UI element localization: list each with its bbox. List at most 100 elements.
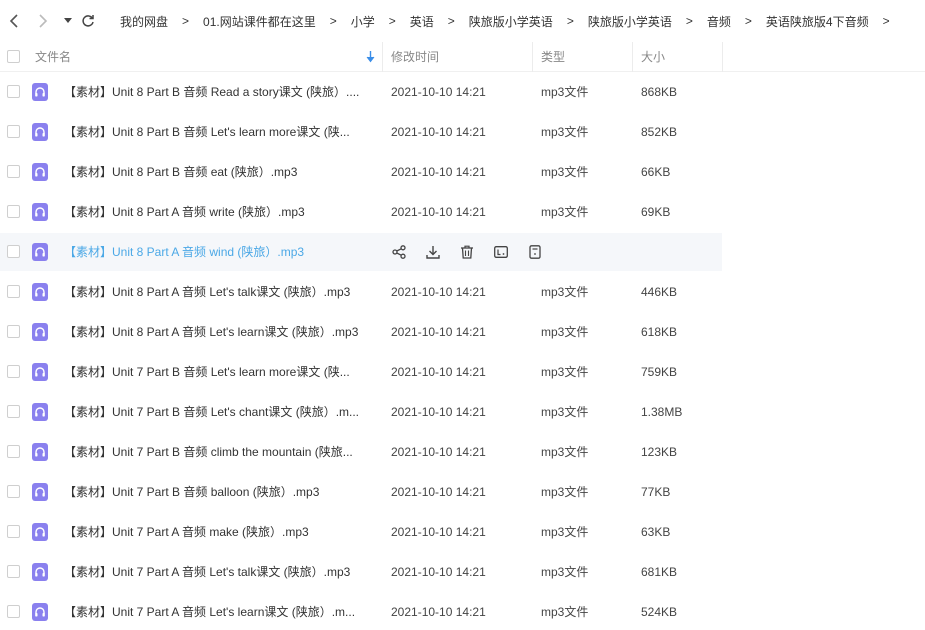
row-checkbox[interactable]	[7, 365, 20, 378]
back-arrow-icon[interactable]	[4, 11, 24, 31]
breadcrumb-separator: >	[744, 14, 752, 28]
column-header-name[interactable]: 文件名	[35, 42, 71, 72]
rename-icon[interactable]	[492, 243, 510, 261]
row-checkbox[interactable]	[7, 445, 20, 458]
file-modified: 2021-10-10 14:21	[391, 485, 486, 499]
breadcrumb-item[interactable]: 英语	[410, 13, 434, 30]
file-row[interactable]: 【素材】Unit 7 Part B 音频 climb the mountain …	[0, 433, 722, 471]
file-name[interactable]: 【素材】Unit 8 Part B 音频 Let's learn more课文 …	[64, 113, 376, 151]
dropdown-icon[interactable]	[58, 11, 78, 31]
forward-arrow-icon[interactable]	[33, 11, 53, 31]
file-size: 852KB	[641, 125, 678, 139]
file-type: mp3文件	[541, 165, 589, 179]
file-name[interactable]: 【素材】Unit 7 Part A 音频 Let's talk课文 (陕旅）.m…	[64, 553, 376, 591]
file-name[interactable]: 【素材】Unit 7 Part B 音频 balloon (陕旅）.mp3	[64, 473, 376, 511]
file-row[interactable]: 【素材】Unit 7 Part A 音频 Let's learn课文 (陕旅）.…	[0, 593, 722, 630]
file-name[interactable]: 【素材】Unit 8 Part A 音频 Let's talk课文 (陕旅）.m…	[64, 273, 376, 311]
file-name[interactable]: 【素材】Unit 8 Part A 音频 write (陕旅）.mp3	[64, 193, 376, 231]
file-size: 77KB	[641, 485, 671, 499]
file-row[interactable]: 【素材】Unit 8 Part A 音频 wind (陕旅）.mp3	[0, 233, 722, 271]
file-row[interactable]: 【素材】Unit 7 Part A 音频 Let's talk课文 (陕旅）.m…	[0, 553, 722, 591]
breadcrumb-item[interactable]: 小学	[351, 13, 375, 30]
row-checkbox[interactable]	[7, 165, 20, 178]
breadcrumb-separator: >	[182, 14, 190, 28]
column-divider[interactable]	[632, 42, 633, 72]
delete-icon[interactable]	[458, 243, 476, 261]
column-header-type[interactable]: 类型	[541, 42, 565, 72]
row-checkbox[interactable]	[7, 605, 20, 618]
file-size: 446KB	[641, 285, 678, 299]
file-name[interactable]: 【素材】Unit 7 Part B 音频 climb the mountain …	[64, 433, 376, 471]
share-icon[interactable]	[390, 243, 408, 261]
column-header-modified[interactable]: 修改时间	[391, 42, 439, 72]
more-icon[interactable]	[526, 243, 544, 261]
file-modified: 2021-10-10 14:21	[391, 565, 486, 579]
breadcrumb-item[interactable]: 音频	[707, 13, 731, 30]
file-row[interactable]: 【素材】Unit 8 Part A 音频 write (陕旅）.mp3 2021-…	[0, 193, 722, 231]
file-type: mp3文件	[541, 205, 589, 219]
file-row[interactable]: 【素材】Unit 8 Part B 音频 Read a story课文 (陕旅）…	[0, 73, 722, 111]
audio-file-icon	[32, 603, 48, 621]
select-all-checkbox[interactable]	[7, 50, 20, 63]
row-checkbox[interactable]	[7, 525, 20, 538]
file-type: mp3文件	[541, 325, 589, 339]
sort-desc-icon[interactable]	[366, 51, 375, 66]
audio-file-icon	[32, 243, 48, 261]
audio-file-icon	[32, 323, 48, 341]
row-checkbox[interactable]	[7, 245, 20, 258]
row-checkbox[interactable]	[7, 405, 20, 418]
row-checkbox[interactable]	[7, 125, 20, 138]
file-row[interactable]: 【素材】Unit 8 Part B 音频 eat (陕旅）.mp3 2021-10…	[0, 153, 722, 191]
file-name[interactable]: 【素材】Unit 7 Part A 音频 Let's learn课文 (陕旅）.…	[64, 593, 376, 630]
file-modified: 2021-10-10 14:21	[391, 205, 486, 219]
file-name[interactable]: 【素材】Unit 8 Part B 音频 Read a story课文 (陕旅）…	[64, 73, 376, 111]
row-checkbox[interactable]	[7, 205, 20, 218]
breadcrumb-item[interactable]: 陕旅版小学英语	[588, 13, 672, 30]
column-divider[interactable]	[722, 42, 723, 72]
file-row[interactable]: 【素材】Unit 8 Part B 音频 Let's learn more课文 …	[0, 113, 722, 151]
file-modified: 2021-10-10 14:21	[391, 285, 486, 299]
column-divider[interactable]	[532, 42, 533, 72]
file-row[interactable]: 【素材】Unit 7 Part B 音频 Let's learn more课文 …	[0, 353, 722, 391]
audio-file-icon	[32, 563, 48, 581]
file-type: mp3文件	[541, 85, 589, 99]
file-modified: 2021-10-10 14:21	[391, 85, 486, 99]
row-checkbox[interactable]	[7, 325, 20, 338]
file-name[interactable]: 【素材】Unit 8 Part B 音频 eat (陕旅）.mp3	[64, 153, 376, 191]
file-modified: 2021-10-10 14:21	[391, 165, 486, 179]
file-size: 524KB	[641, 605, 678, 619]
breadcrumb-item[interactable]: 英语陕旅版4下音频	[766, 13, 869, 30]
breadcrumb-item[interactable]: 01.网站课件都在这里	[203, 13, 316, 30]
file-row[interactable]: 【素材】Unit 7 Part B 音频 balloon (陕旅）.mp3 202…	[0, 473, 722, 511]
file-name[interactable]: 【素材】Unit 8 Part A 音频 Let's learn课文 (陕旅）.…	[64, 313, 376, 351]
audio-file-icon	[32, 163, 48, 181]
audio-file-icon	[32, 483, 48, 501]
file-modified: 2021-10-10 14:21	[391, 605, 486, 619]
file-name[interactable]: 【素材】Unit 7 Part B 音频 Let's learn more课文 …	[64, 353, 376, 391]
breadcrumb-item[interactable]: 陕旅版小学英语	[469, 13, 553, 30]
column-divider[interactable]	[382, 42, 383, 72]
file-row[interactable]: 【素材】Unit 7 Part B 音频 Let's chant课文 (陕旅）.…	[0, 393, 722, 431]
file-row[interactable]: 【素材】Unit 8 Part A 音频 Let's talk课文 (陕旅）.m…	[0, 273, 722, 311]
file-row[interactable]: 【素材】Unit 8 Part A 音频 Let's learn课文 (陕旅）.…	[0, 313, 722, 351]
file-modified: 2021-10-10 14:21	[391, 405, 486, 419]
file-modified: 2021-10-10 14:21	[391, 125, 486, 139]
breadcrumb-separator: >	[447, 14, 455, 28]
file-row[interactable]: 【素材】Unit 7 Part A 音频 make (陕旅）.mp3 2021-1…	[0, 513, 722, 551]
row-checkbox[interactable]	[7, 565, 20, 578]
file-size: 123KB	[641, 445, 678, 459]
column-header-size[interactable]: 大小	[641, 42, 665, 72]
file-name[interactable]: 【素材】Unit 8 Part A 音频 wind (陕旅）.mp3	[64, 233, 376, 271]
refresh-icon[interactable]	[78, 11, 98, 31]
file-name[interactable]: 【素材】Unit 7 Part B 音频 Let's chant课文 (陕旅）.…	[64, 393, 376, 431]
download-icon[interactable]	[424, 243, 442, 261]
file-modified: 2021-10-10 14:21	[391, 525, 486, 539]
audio-file-icon	[32, 283, 48, 301]
file-name[interactable]: 【素材】Unit 7 Part A 音频 make (陕旅）.mp3	[64, 513, 376, 551]
row-checkbox[interactable]	[7, 285, 20, 298]
breadcrumb-separator: >	[566, 14, 574, 28]
breadcrumb-item[interactable]: 我的网盘	[120, 13, 168, 30]
row-checkbox[interactable]	[7, 85, 20, 98]
breadcrumb-separator: >	[329, 14, 337, 28]
row-checkbox[interactable]	[7, 485, 20, 498]
